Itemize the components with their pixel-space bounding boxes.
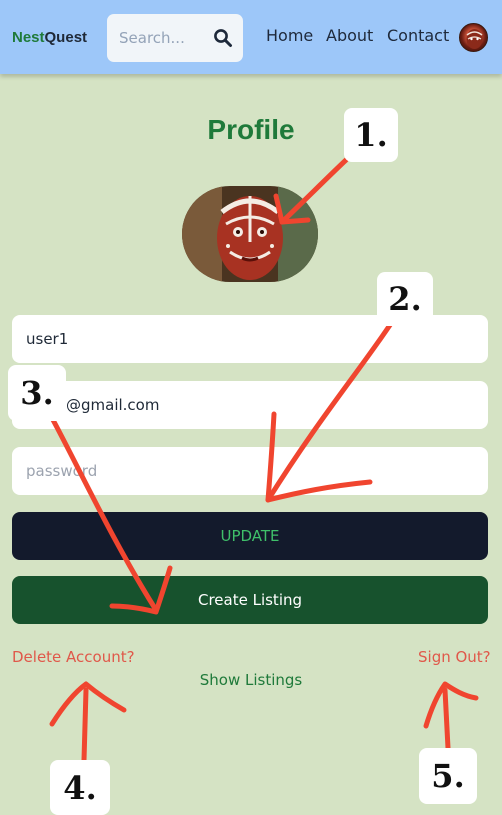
user-avatar[interactable] (459, 23, 488, 52)
brand-name-part1: Nest (12, 29, 45, 46)
sign-out-link[interactable]: Sign Out? (418, 648, 491, 666)
profile-photo-image (182, 186, 318, 282)
annotation-label-5: 5. (419, 748, 477, 804)
email-field[interactable] (12, 381, 488, 429)
password-field[interactable] (12, 447, 488, 495)
nav-home-link[interactable]: Home (266, 26, 313, 45)
arrow-5 (442, 687, 451, 751)
update-button[interactable]: UPDATE (12, 512, 488, 560)
brand-name-part2: Quest (44, 29, 88, 46)
search-icon[interactable] (213, 28, 233, 48)
search-input[interactable] (119, 26, 211, 50)
nav-about-link[interactable]: About (326, 26, 373, 45)
avatar-face-icon (466, 29, 483, 49)
nav-contact-link[interactable]: Contact (387, 26, 449, 45)
profile-avatar[interactable] (182, 186, 318, 282)
page-title: Profile (207, 114, 295, 145)
brand-logo[interactable]: NestQuest (12, 29, 87, 46)
delete-account-link[interactable]: Delete Account? (12, 648, 135, 666)
arrow-4 (81, 687, 89, 763)
arrow-5-head (423, 681, 479, 729)
annotation-label-2: 2. (377, 272, 433, 326)
create-listing-button[interactable]: Create Listing (12, 576, 488, 624)
search-box (107, 14, 243, 62)
annotation-label-3: 3. (8, 365, 66, 421)
show-listings-link[interactable]: Show Listings (0, 671, 502, 689)
arrow-4-head (49, 681, 127, 727)
top-navbar: NestQuest Home About Contact (0, 0, 502, 74)
annotation-label-4: 4. (50, 760, 110, 815)
annotation-label-1: 1. (344, 108, 398, 162)
